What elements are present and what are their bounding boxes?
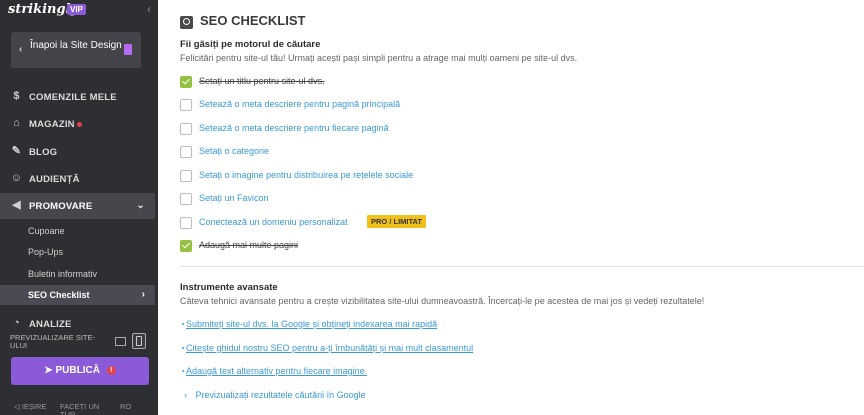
warning-icon: !: [106, 365, 116, 375]
sub-item-coupons[interactable]: Cupoane: [0, 221, 155, 241]
bullet: [182, 370, 184, 372]
checklist-link[interactable]: Conectează un domeniu personalizat: [199, 217, 348, 227]
bullet: [182, 323, 184, 325]
nav-label: BLOG: [29, 147, 58, 158]
section-description: Felicitări pentru site-ul tău! Urmați ac…: [180, 53, 578, 63]
link-text[interactable]: Citește ghidul nostru SEO pentru a-ți îm…: [186, 343, 473, 353]
sub-item-seo-checklist[interactable]: SEO Checklist ›: [0, 285, 155, 305]
checklist-link[interactable]: Setați o categorie: [199, 146, 269, 156]
chevron-down-icon: ⌄: [136, 200, 145, 211]
checklist-item[interactable]: Setați un Favicon: [180, 193, 840, 207]
chevron-right-icon: ›: [184, 390, 187, 400]
sub-item-label: Buletin informativ: [28, 269, 98, 279]
publish-button[interactable]: ➤ PUBLICĂ !: [11, 357, 149, 385]
dollar-icon: $: [13, 90, 20, 102]
nav-label: MAGAZIN: [29, 119, 75, 130]
google-preview-toggle[interactable]: › Previzualizați rezultatele căutării în…: [184, 390, 366, 400]
sub-item-label: Pop-Ups: [28, 247, 64, 257]
nav-item-orders[interactable]: $ COMENZILE MELE: [0, 84, 155, 110]
checkbox[interactable]: [180, 193, 192, 205]
checklist-item[interactable]: Setați un titlu pentru site-ul dvs.: [180, 76, 840, 90]
checkbox[interactable]: [180, 99, 192, 111]
link-text[interactable]: Submiteți site-ul dvs. la Google și obți…: [186, 319, 437, 329]
checklist-link[interactable]: Setează o meta descriere pentru pagină p…: [199, 99, 400, 109]
pro-limited-badge: PRO / LIMITAT: [367, 215, 426, 228]
pen-icon: ✎: [11, 145, 22, 157]
checklist-item[interactable]: Setează o meta descriere pentru fiecare …: [180, 123, 840, 137]
nav-label: COMENZILE MELE: [29, 92, 117, 103]
megaphone-icon: ◀: [12, 199, 21, 211]
checklist-item[interactable]: Setați o imagine pentru distribuirea pe …: [180, 170, 840, 184]
nav-label: AUDIENȚĂ: [29, 174, 80, 185]
checkbox[interactable]: [180, 123, 192, 135]
checklist-label: Setați un titlu pentru site-ul dvs.: [199, 76, 325, 86]
section-heading: Fii găsiți pe motorul de căutare: [180, 39, 321, 50]
sub-item-newsletter[interactable]: Buletin informativ: [0, 264, 155, 284]
tour-button[interactable]: FACEȚI UN TUR: [60, 403, 100, 415]
nav-item-blog[interactable]: ✎ BLOG: [0, 139, 155, 165]
nav-item-audience[interactable]: ☺ AUDIENȚĂ: [0, 166, 155, 192]
sub-item-label: SEO Checklist: [28, 290, 90, 300]
checklist-link[interactable]: Setați un Favicon: [199, 193, 269, 203]
desktop-preview-icon[interactable]: [115, 337, 126, 346]
exit-icon: ◁: [14, 402, 22, 411]
nav-label: PROMOVARE: [29, 201, 93, 212]
checkbox[interactable]: [180, 217, 192, 229]
preview-link-label: Previzualizați rezultatele căutării în G…: [195, 390, 366, 400]
back-to-site-design-button[interactable]: ‹ Înapoi la Site Design: [11, 32, 141, 68]
preview-label: PREVIZUALIZARE SITE-ULUI: [10, 333, 96, 350]
checklist-item[interactable]: Adaugă mai multe pagini: [180, 240, 840, 254]
users-icon: ☺: [10, 172, 23, 184]
bullet: [182, 347, 184, 349]
checklist-item[interactable]: Conectează un domeniu personalizat PRO /…: [180, 215, 840, 231]
page-icon: [124, 44, 132, 55]
exit-button[interactable]: ◁ IEȘIRE: [14, 403, 46, 411]
publish-label: PUBLICĂ: [55, 365, 100, 376]
checklist-link[interactable]: Setați o imagine pentru distribuirea pe …: [199, 170, 413, 180]
checkbox[interactable]: [180, 170, 192, 182]
collapse-sidebar-icon[interactable]: ‹: [147, 2, 151, 16]
sub-item-popups[interactable]: Pop-Ups: [0, 242, 155, 262]
section-heading: Instrumente avansate: [180, 282, 278, 293]
checklist-label: Adaugă mai multe pagini: [199, 240, 299, 250]
store-icon: ⌂: [13, 117, 20, 129]
checklist-item[interactable]: Setează o meta descriere pentru pagină p…: [180, 99, 840, 113]
link-text[interactable]: Adaugă text alternativ pentru fiecare im…: [186, 366, 367, 376]
back-label: Înapoi la Site Design: [30, 40, 122, 51]
nav-item-promotion[interactable]: ◀ PROMOVARE ⌄: [0, 193, 155, 219]
checkbox-checked[interactable]: [180, 240, 192, 252]
sub-item-label: Cupoane: [28, 226, 65, 236]
main-panel: SEO CHECKLIST Fii găsiți pe motorul de c…: [158, 0, 864, 415]
checkbox-checked[interactable]: [180, 76, 192, 88]
sidebar-bottom: PREVIZUALIZARE SITE-ULUI ➤ PUBLICĂ ! ◁ I…: [0, 328, 158, 415]
checklist-item[interactable]: Setați o categorie: [180, 146, 840, 160]
nav-item-store[interactable]: ⌂ MAGAZIN: [0, 111, 155, 137]
chevron-left-icon: ‹: [19, 44, 23, 55]
vip-badge: VIP: [67, 4, 86, 15]
page-title: SEO CHECKLIST: [200, 13, 306, 28]
exit-label: IEȘIRE: [21, 402, 47, 411]
search-icon: [180, 16, 193, 29]
checkbox[interactable]: [180, 146, 192, 158]
sidebar: strikingly VIP ‹ ‹ Înapoi la Site Design…: [0, 0, 158, 415]
notification-dot: [77, 122, 82, 127]
mobile-preview-icon[interactable]: [132, 333, 146, 349]
chevron-right-icon: ›: [141, 289, 145, 300]
rocket-icon: ➤: [44, 365, 53, 376]
checklist-link[interactable]: Setează o meta descriere pentru fiecare …: [199, 123, 389, 133]
language-selector[interactable]: RO: [120, 403, 131, 411]
section-divider: [180, 266, 864, 267]
section-description: Câteva tehnici avansate pentru a crește …: [180, 296, 705, 306]
